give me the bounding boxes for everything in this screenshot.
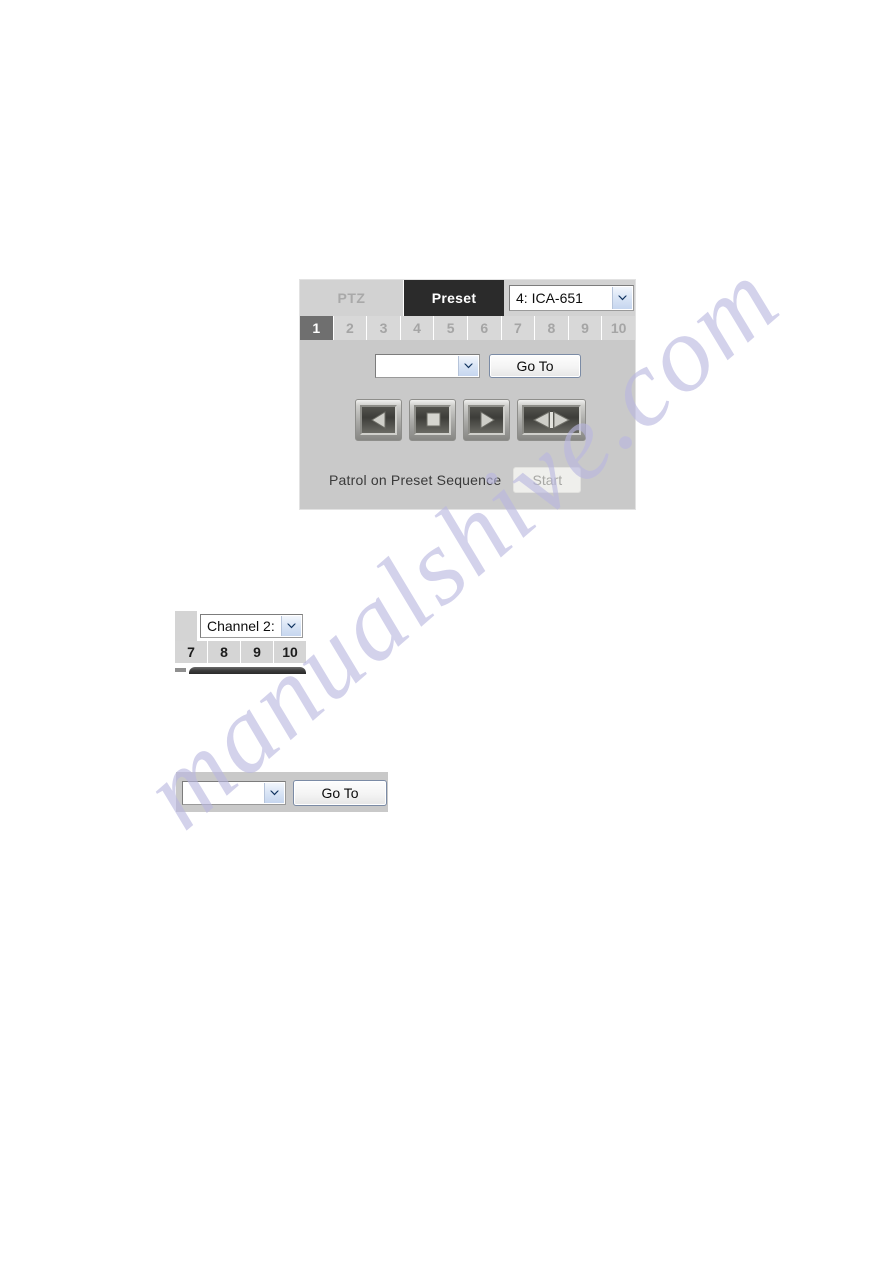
channel-select-value: Channel 2:	[207, 618, 275, 634]
cropped-left-stub	[175, 668, 186, 672]
preset-number-10-label: 10	[610, 320, 627, 336]
tab-preset[interactable]: Preset	[404, 280, 504, 316]
preset-number-3[interactable]: 3	[367, 316, 401, 340]
preset-number-2-label: 2	[345, 320, 354, 336]
channel-select-cell: Channel 2:	[197, 611, 306, 641]
preset-number-10[interactable]: 10	[602, 316, 635, 340]
channel-number-8[interactable]: 8	[208, 641, 241, 663]
preset-select[interactable]	[375, 354, 480, 378]
preset-select[interactable]	[182, 781, 286, 805]
preset-number-5-label: 5	[446, 320, 455, 336]
cropped-toolbar-edge	[189, 667, 306, 674]
preset-number-strip: 1 2 3 4 5 6 7 8 9 10	[300, 316, 635, 340]
ptz-button-row	[355, 399, 586, 441]
preset-number-9[interactable]: 9	[568, 316, 603, 340]
channel-number-strip: 7 8 9 10	[175, 641, 306, 663]
tab-ptz-label: PTZ	[337, 290, 366, 306]
preset-number-2[interactable]: 2	[333, 316, 368, 340]
stop-button[interactable]	[409, 399, 456, 441]
arrow-right-icon	[480, 411, 495, 429]
preset-number-8[interactable]: 8	[535, 316, 569, 340]
preset-number-6-label: 6	[480, 320, 489, 336]
goto-fragment-row: Go To	[182, 780, 387, 806]
panel-tab-row: PTZ Preset 4: ICA-651	[300, 280, 635, 316]
channel-select[interactable]: Channel 2:	[200, 614, 303, 638]
camera-select-cell: 4: ICA-651	[504, 280, 635, 316]
pan-left-button[interactable]	[355, 399, 402, 441]
channel-number-9-label: 9	[253, 644, 261, 660]
camera-select[interactable]: 4: ICA-651	[509, 285, 634, 311]
preset-number-1[interactable]: 1	[300, 316, 334, 340]
camera-select-value: 4: ICA-651	[516, 290, 583, 306]
auto-pan-button[interactable]	[517, 399, 586, 441]
preset-goto-row: Go To	[375, 354, 581, 378]
stop-square-icon	[426, 412, 440, 427]
goto-fragment: Go To	[176, 772, 388, 812]
patrol-start-button[interactable]: Start	[513, 467, 582, 493]
preset-number-3-label: 3	[379, 320, 388, 336]
chevron-down-icon[interactable]	[264, 783, 284, 803]
channel-number-7-label: 7	[187, 644, 195, 660]
channel-number-9[interactable]: 9	[241, 641, 274, 663]
preset-number-9-label: 9	[581, 320, 589, 336]
channel-fragment: Channel 2: 7 8 9 10	[175, 611, 306, 674]
pan-right-button[interactable]	[463, 399, 510, 441]
chevron-down-icon[interactable]	[612, 287, 632, 309]
channel-number-7[interactable]: 7	[175, 641, 208, 663]
channel-number-10[interactable]: 10	[274, 641, 306, 663]
channel-number-10-label: 10	[282, 644, 298, 660]
chevron-down-icon[interactable]	[281, 616, 301, 636]
watermark-overlay: manualshive.com	[0, 0, 893, 1263]
goto-button-label: Go To	[321, 785, 359, 801]
patrol-start-label: Start	[532, 472, 563, 488]
channel-blank-tab	[175, 611, 197, 641]
tab-ptz[interactable]: PTZ	[300, 280, 404, 316]
preset-number-5[interactable]: 5	[434, 316, 468, 340]
goto-button-label: Go To	[516, 358, 554, 374]
auto-pan-icon	[532, 411, 570, 429]
ptz-preset-panel: PTZ Preset 4: ICA-651 1 2 3 4 5 6 7 8 9 …	[299, 279, 636, 510]
channel-number-8-label: 8	[220, 644, 228, 660]
channel-row: Channel 2:	[175, 611, 306, 641]
preset-number-4-label: 4	[413, 320, 421, 336]
patrol-row: Patrol on Preset Sequence Start	[329, 467, 582, 493]
arrow-left-icon	[370, 411, 385, 429]
preset-number-1-label: 1	[312, 320, 321, 336]
preset-number-7-label: 7	[513, 320, 522, 336]
goto-button[interactable]: Go To	[293, 780, 387, 806]
preset-number-4[interactable]: 4	[400, 316, 435, 340]
preset-number-6[interactable]: 6	[467, 316, 502, 340]
chevron-down-icon[interactable]	[458, 356, 478, 376]
tab-preset-label: Preset	[431, 290, 477, 306]
patrol-label: Patrol on Preset Sequence	[329, 472, 502, 488]
goto-button[interactable]: Go To	[489, 354, 581, 378]
preset-number-8-label: 8	[547, 320, 556, 336]
preset-number-7[interactable]: 7	[501, 316, 536, 340]
